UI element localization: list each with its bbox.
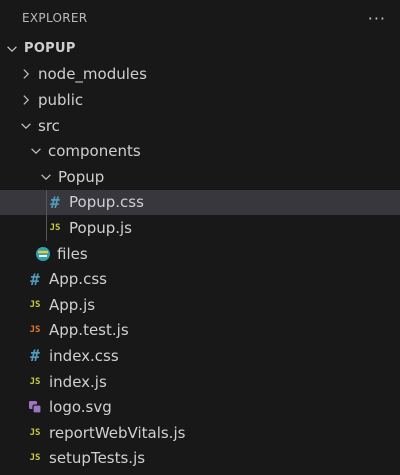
tree-item-label: App.js xyxy=(49,295,96,314)
tree-item-label: setupTests.js xyxy=(49,449,146,468)
explorer-title: EXPLORER xyxy=(22,11,88,25)
chevron-right-icon xyxy=(18,92,34,108)
file-tree: POPUP node_modules public src components xyxy=(0,36,400,471)
tree-item-logo-svg[interactable]: logo.svg xyxy=(0,394,400,420)
tree-item-label: reportWebVitals.js xyxy=(49,423,186,442)
js-file-icon: JS xyxy=(49,222,61,233)
chevron-right-icon xyxy=(18,66,34,82)
chevron-down-icon xyxy=(28,143,44,159)
tree-item-label: Popup.js xyxy=(69,218,132,237)
js-file-icon: JS xyxy=(29,453,41,464)
tree-item-index-css[interactable]: # index.css xyxy=(0,343,400,369)
tree-root-label: POPUP xyxy=(24,41,76,57)
tree-item-components[interactable]: components xyxy=(0,138,400,164)
js-file-icon: JS xyxy=(29,376,41,387)
tree-item-label: Popup.css xyxy=(69,193,144,212)
tree-item-app-js[interactable]: JS App.js xyxy=(0,292,400,318)
tree-item-index-js[interactable]: JS index.js xyxy=(0,369,400,395)
indent-guide xyxy=(46,189,47,216)
tree-item-label: node_modules xyxy=(38,65,147,84)
tree-item-app-test-js[interactable]: JS App.test.js xyxy=(0,318,400,344)
js-file-icon: JS xyxy=(29,427,41,438)
tree-item-label: components xyxy=(48,142,141,161)
tree-item-label: App.test.js xyxy=(49,321,129,340)
chevron-down-icon xyxy=(38,169,54,185)
svg-file-icon xyxy=(27,399,43,415)
tree-item-label: Popup xyxy=(58,167,105,186)
test-file-icon: JS xyxy=(29,325,41,336)
js-file-icon: JS xyxy=(29,299,41,310)
tree-item-label: App.css xyxy=(49,270,107,289)
tree-item-popup-css[interactable]: # Popup.css xyxy=(0,189,400,216)
explorer-panel: EXPLORER ··· POPUP node_modules public s… xyxy=(0,0,400,475)
css-file-icon: # xyxy=(30,269,40,289)
tree-item-report-web-vitals[interactable]: JS reportWebVitals.js xyxy=(0,420,400,446)
css-file-icon: # xyxy=(30,346,40,366)
tree-item-label: index.js xyxy=(49,372,107,391)
css-file-icon: # xyxy=(50,192,60,212)
tree-item-setup-tests[interactable]: JS setupTests.js xyxy=(0,446,400,472)
tree-item-label: index.css xyxy=(49,346,119,365)
tree-item-label: src xyxy=(38,116,60,135)
tree-item-src[interactable]: src xyxy=(0,113,400,139)
indent-guide xyxy=(46,215,47,241)
tree-item-files[interactable]: files xyxy=(0,241,400,267)
chevron-down-icon xyxy=(18,118,34,134)
files-icon xyxy=(35,246,51,262)
tree-item-label: logo.svg xyxy=(49,398,112,417)
chevron-down-icon xyxy=(4,41,20,57)
tree-item-label: public xyxy=(38,90,84,109)
tree-item-popup-js[interactable]: JS Popup.js xyxy=(0,215,400,241)
tree-item-label: files xyxy=(57,244,88,263)
tree-item-app-css[interactable]: # App.css xyxy=(0,266,400,292)
tree-item-popup-folder[interactable]: Popup xyxy=(0,164,400,190)
explorer-header: EXPLORER ··· xyxy=(0,0,400,36)
tree-item-node-modules[interactable]: node_modules xyxy=(0,62,400,88)
tree-item-public[interactable]: public xyxy=(0,87,400,113)
more-actions-icon[interactable]: ··· xyxy=(368,9,386,28)
tree-root-popup[interactable]: POPUP xyxy=(0,36,400,62)
